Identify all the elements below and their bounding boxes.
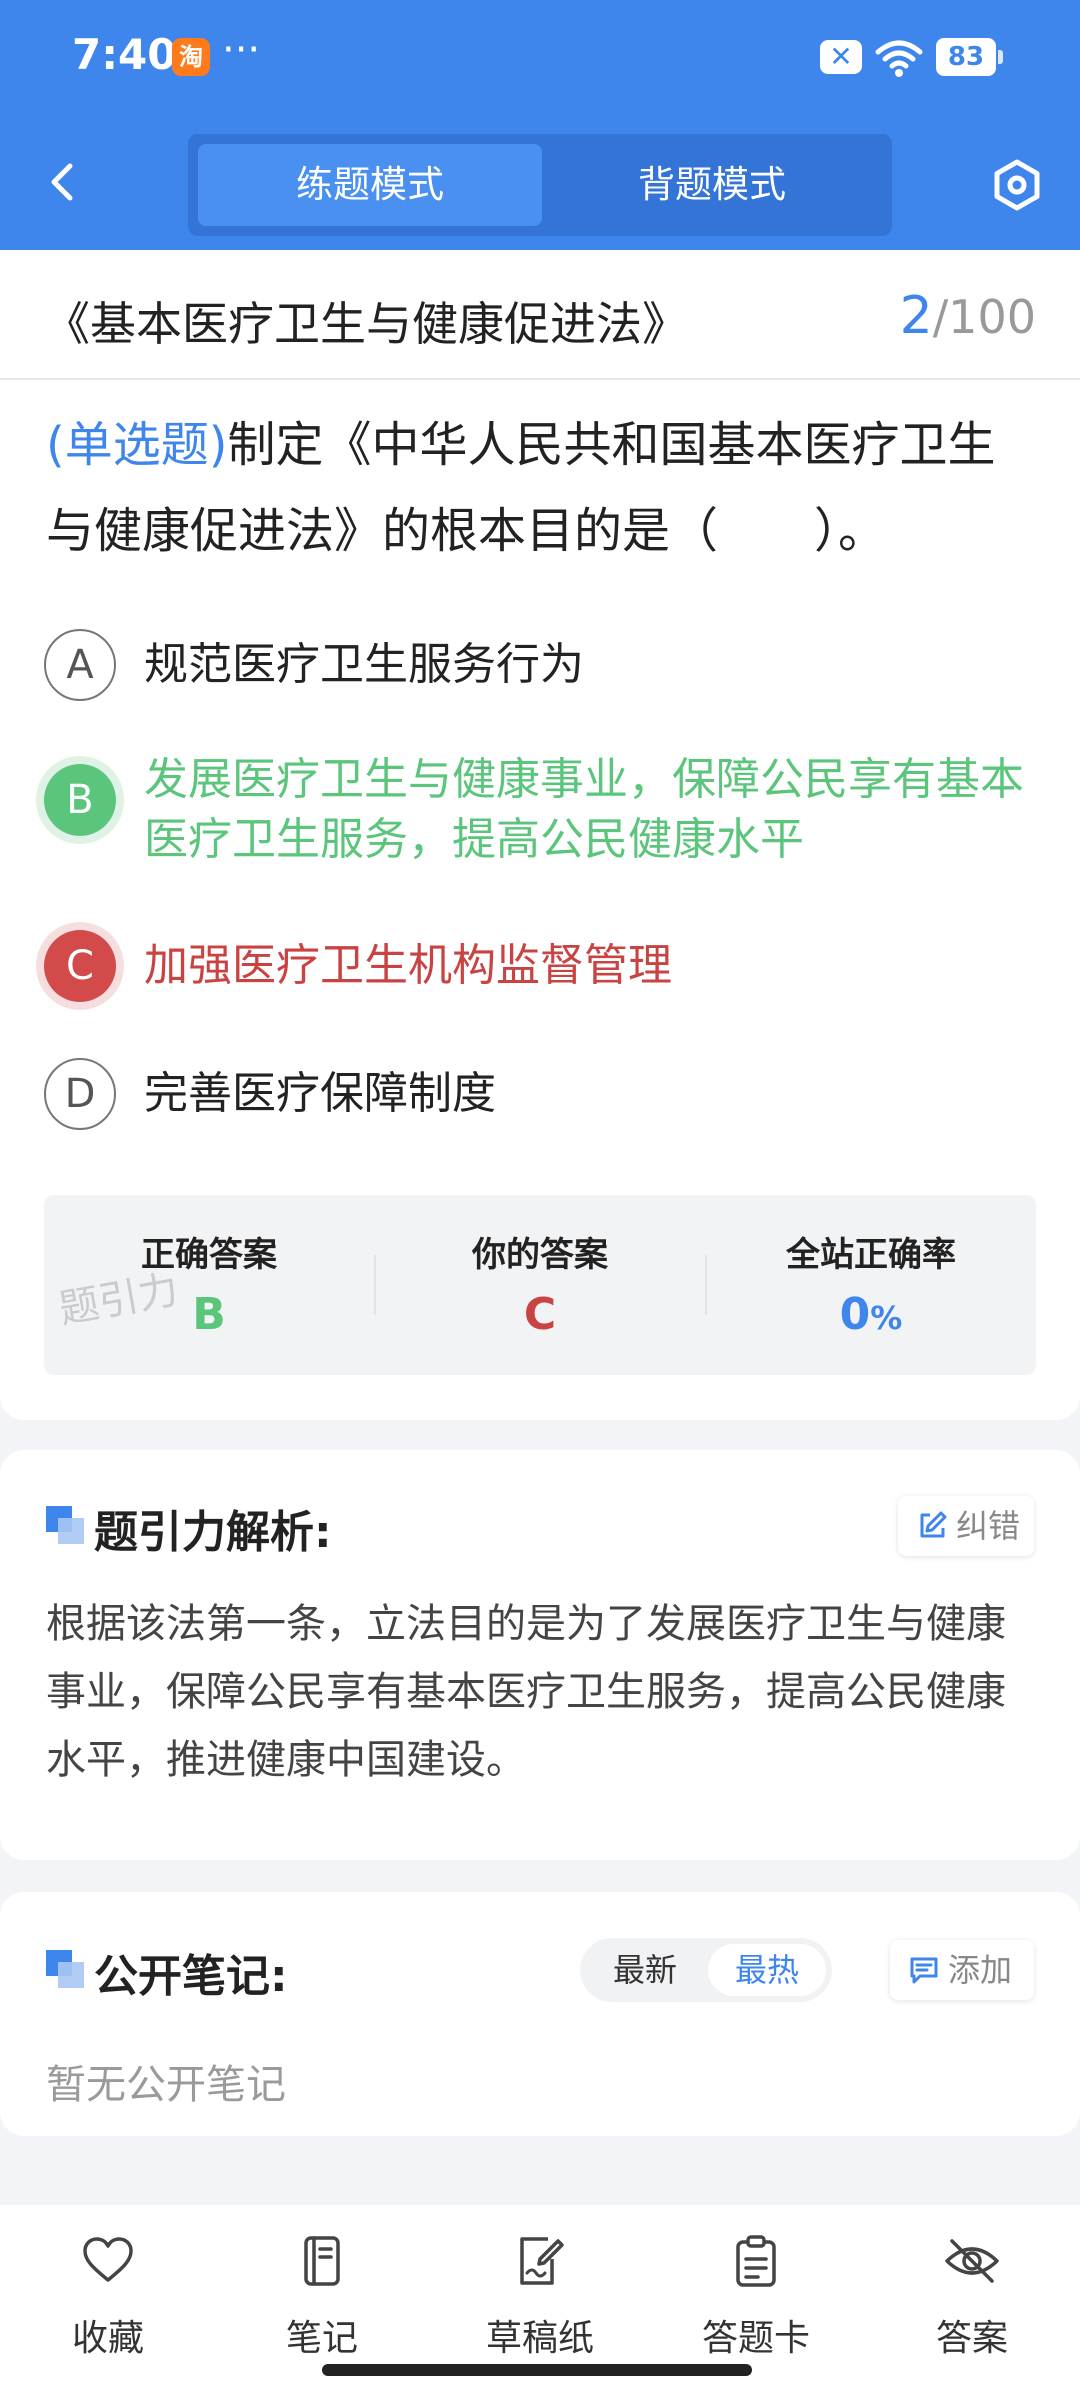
stat-correct-answer: 正确答案 B xyxy=(44,1195,374,1375)
current-question-number: 2 xyxy=(899,286,933,346)
question-text-block: (单选题)制定《中华人民共和国基本医疗卫生与健康促进法》的根本目的是（ ）。 xyxy=(46,402,1041,574)
question-type-tag: (单选题) xyxy=(46,417,228,473)
edit-icon xyxy=(920,1511,947,1538)
nav-draft[interactable]: 草稿纸 xyxy=(440,2223,640,2363)
option-b[interactable]: B 发展医疗卫生与健康事业，保障公民享有基本医疗卫生服务，提高公民健康水平 xyxy=(44,750,1044,880)
stat-your-answer: 你的答案 C xyxy=(375,1195,705,1375)
stat-site-accuracy: 全站正确率 0% xyxy=(706,1195,1036,1375)
report-error-button[interactable]: 纠错 xyxy=(898,1496,1034,1556)
blocked-notification-icon: ✕ xyxy=(820,40,862,74)
taobao-app-icon: 淘 xyxy=(172,38,210,76)
back-arrow-icon[interactable] xyxy=(40,158,88,206)
notebook-icon xyxy=(304,2236,340,2286)
option-text-a: 规范医疗卫生服务行为 xyxy=(144,639,584,690)
option-text-b: 发展医疗卫生与健康事业，保障公民享有基本医疗卫生服务，提高公民健康水平 xyxy=(144,754,1024,865)
sort-hot-option[interactable]: 最热 xyxy=(708,1944,826,1996)
answer-stats-panel: 题引力 正确答案 B 你的答案 C 全站正确率 0% xyxy=(44,1195,1036,1375)
status-time: 7:40 xyxy=(72,30,177,79)
nav-answer-sheet-label: 答题卡 xyxy=(701,2318,810,2359)
tab-practice-mode[interactable]: 练题模式 xyxy=(198,144,542,226)
option-key-c: C xyxy=(44,930,116,1002)
nav-answer-label: 答案 xyxy=(935,2318,1008,2359)
option-text-d: 完善医疗保障制度 xyxy=(144,1068,496,1119)
stat-rate-unit: % xyxy=(870,1299,903,1337)
home-indicator[interactable] xyxy=(322,2364,752,2376)
stat-correct-label: 正确答案 xyxy=(141,1235,277,1275)
battery-indicator: 83 xyxy=(936,38,1003,76)
sort-latest-option[interactable]: 最新 xyxy=(586,1944,704,1996)
exam-title-bar: 《基本医疗卫生与健康促进法》 2/100 xyxy=(0,250,1080,380)
section-squares-icon xyxy=(46,1506,84,1544)
question-card: (单选题)制定《中华人民共和国基本医疗卫生与健康促进法》的根本目的是（ ）。 A… xyxy=(0,380,1080,1420)
comment-icon xyxy=(910,1957,938,1984)
section-squares-icon xyxy=(46,1950,84,1988)
wifi-icon xyxy=(875,40,923,77)
option-d[interactable]: D 完善医疗保障制度 xyxy=(44,1058,1044,1138)
status-bar: 7:40 淘 ··· ✕ 83 xyxy=(0,0,1080,118)
option-key-b: B xyxy=(44,764,116,836)
add-note-button[interactable]: 添加 xyxy=(890,1940,1034,2000)
notes-sort-toggle: 最新 最热 xyxy=(580,1938,832,2002)
draft-icon xyxy=(520,2237,564,2285)
option-a[interactable]: A 规范医疗卫生服务行为 xyxy=(44,625,1044,705)
clipboard-icon xyxy=(736,2235,776,2287)
stat-yours-label: 你的答案 xyxy=(472,1235,608,1275)
nav-favorite[interactable]: 收藏 xyxy=(8,2223,208,2363)
stat-correct-value: B xyxy=(192,1289,226,1340)
nav-notes[interactable]: 笔记 xyxy=(222,2223,422,2363)
nav-answer[interactable]: 答案 xyxy=(872,2223,1072,2363)
settings-hexagon-icon[interactable] xyxy=(990,158,1044,212)
option-c[interactable]: C 加强医疗卫生机构监督管理 xyxy=(44,930,1044,1010)
tab-memorize-mode[interactable]: 背题模式 xyxy=(540,144,884,226)
option-key-d: D xyxy=(44,1058,116,1130)
notes-empty-text: 暂无公开笔记 xyxy=(46,2062,286,2108)
eye-off-icon xyxy=(945,2239,999,2283)
add-note-label: 添加 xyxy=(948,1951,1013,1989)
analysis-card: 题引力解析: 纠错 根据该法第一条，立法目的是为了发展医疗卫生与健康事业，保障公… xyxy=(0,1450,1080,1860)
notes-title: 公开笔记: xyxy=(94,1951,288,2002)
nav-favorite-label: 收藏 xyxy=(71,2318,144,2359)
option-text-c: 加强医疗卫生机构监督管理 xyxy=(144,940,672,991)
stat-yours-value: C xyxy=(523,1289,557,1340)
question-progress: 2/100 xyxy=(900,286,1036,346)
nav-answer-sheet[interactable]: 答题卡 xyxy=(656,2223,856,2363)
nav-notes-label: 笔记 xyxy=(285,2318,358,2359)
more-notifications-icon: ··· xyxy=(222,27,261,73)
public-notes-card: 公开笔记: 最新 最热 添加 暂无公开笔记 xyxy=(0,1892,1080,2136)
analysis-text: 根据该法第一条，立法目的是为了发展医疗卫生与健康事业，保障公民享有基本医疗卫生服… xyxy=(46,1601,1006,1783)
exam-title: 《基本医疗卫生与健康促进法》 xyxy=(44,297,688,351)
option-key-a: A xyxy=(44,629,116,701)
stat-rate-value: 0% xyxy=(706,1289,1036,1340)
analysis-title: 题引力解析: xyxy=(94,1507,332,1558)
total-questions: /100 xyxy=(932,290,1036,344)
top-header: 7:40 淘 ··· ✕ 83 练题模式 背题模式 xyxy=(0,0,1080,250)
stat-rate-label: 全站正确率 xyxy=(786,1235,956,1275)
mode-switch: 练题模式 背题模式 xyxy=(188,134,892,236)
nav-draft-label: 草稿纸 xyxy=(485,2318,594,2359)
stat-rate-number: 0 xyxy=(839,1289,871,1340)
report-error-label: 纠错 xyxy=(956,1507,1021,1545)
heart-icon xyxy=(83,2237,133,2282)
